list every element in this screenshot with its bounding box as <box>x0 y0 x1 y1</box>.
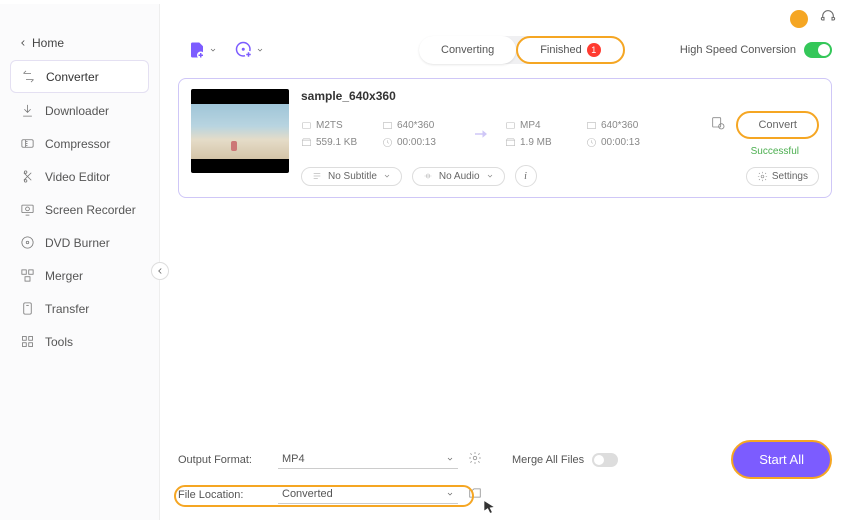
audio-select[interactable]: No Audio <box>412 167 505 186</box>
dst-format: MP4 <box>505 120 580 131</box>
src-duration: 00:00:13 <box>382 137 457 148</box>
task-title: sample_640x360 <box>301 89 819 103</box>
sidebar-item-label: Compressor <box>45 137 110 151</box>
file-location-select[interactable]: Converted <box>278 485 458 504</box>
sidebar-item-screen-recorder[interactable]: Screen Recorder <box>10 194 149 225</box>
src-resolution: 640*360 <box>382 120 457 131</box>
sidebar-item-video-editor[interactable]: Video Editor <box>10 161 149 192</box>
tab-finished[interactable]: Finished 1 <box>516 36 625 64</box>
back-home[interactable]: Home <box>0 32 159 60</box>
sidebar-item-transfer[interactable]: Transfer <box>10 293 149 324</box>
merge-label: Merge All Files <box>512 454 584 466</box>
avatar[interactable] <box>790 10 808 28</box>
subtitle-select[interactable]: No Subtitle <box>301 167 402 186</box>
tab-switch: Converting Finished 1 <box>419 36 625 64</box>
dst-size: 1.9 MB <box>505 137 580 148</box>
src-format: M2TS <box>301 120 376 131</box>
task-card: sample_640x360 M2TS 640*360 559.1 KB 00:… <box>178 78 832 198</box>
sidebar-item-label: Downloader <box>45 104 109 118</box>
highspeed-label: High Speed Conversion <box>680 44 796 56</box>
task-settings-icon[interactable] <box>710 115 726 136</box>
sidebar-item-label: DVD Burner <box>45 236 110 250</box>
merge-toggle[interactable] <box>592 453 618 467</box>
sidebar-item-label: Video Editor <box>45 170 110 184</box>
sidebar-item-converter[interactable]: Converter <box>10 60 149 93</box>
highspeed-toggle[interactable] <box>804 42 832 58</box>
sidebar-item-merger[interactable]: Merger <box>10 260 149 291</box>
tab-label: Converting <box>441 44 494 56</box>
support-icon[interactable] <box>820 8 836 29</box>
info-icon[interactable]: i <box>515 165 537 187</box>
output-format-label: Output Format: <box>178 454 268 466</box>
add-file-button[interactable] <box>188 41 217 59</box>
sidebar-item-label: Converter <box>46 70 99 84</box>
tab-label: Finished <box>540 44 582 56</box>
home-label: Home <box>32 36 64 50</box>
output-settings-icon[interactable] <box>468 451 482 468</box>
sidebar-item-label: Merger <box>45 269 83 283</box>
status-text: Successful <box>751 146 799 157</box>
arrow-right-icon <box>469 122 493 146</box>
dst-resolution: 640*360 <box>586 120 661 131</box>
add-disc-button[interactable] <box>235 41 264 59</box>
open-folder-icon[interactable] <box>468 486 482 503</box>
dst-duration: 00:00:13 <box>586 137 661 148</box>
main-panel: Converting Finished 1 High Speed Convers… <box>160 4 850 520</box>
sidebar-item-dvd-burner[interactable]: DVD Burner <box>10 227 149 258</box>
collapse-sidebar-button[interactable] <box>151 262 169 280</box>
video-thumbnail[interactable] <box>191 89 289 173</box>
cursor-icon <box>482 498 496 516</box>
sidebar-item-label: Transfer <box>45 302 89 316</box>
sidebar-item-downloader[interactable]: Downloader <box>10 95 149 126</box>
sidebar-item-compressor[interactable]: Compressor <box>10 128 149 159</box>
sidebar: Home Converter Downloader Compressor Vid… <box>0 4 160 520</box>
start-all-button[interactable]: Start All <box>731 440 832 479</box>
convert-button[interactable]: Convert <box>736 111 819 139</box>
output-format-select[interactable]: MP4 <box>278 450 458 469</box>
settings-button[interactable]: Settings <box>746 167 819 186</box>
sidebar-item-label: Screen Recorder <box>45 203 136 217</box>
sidebar-item-label: Tools <box>45 335 73 349</box>
badge: 1 <box>587 43 601 57</box>
tab-converting[interactable]: Converting <box>419 36 516 64</box>
src-size: 559.1 KB <box>301 137 376 148</box>
file-location-label: File Location: <box>178 489 268 501</box>
sidebar-item-tools[interactable]: Tools <box>10 326 149 357</box>
